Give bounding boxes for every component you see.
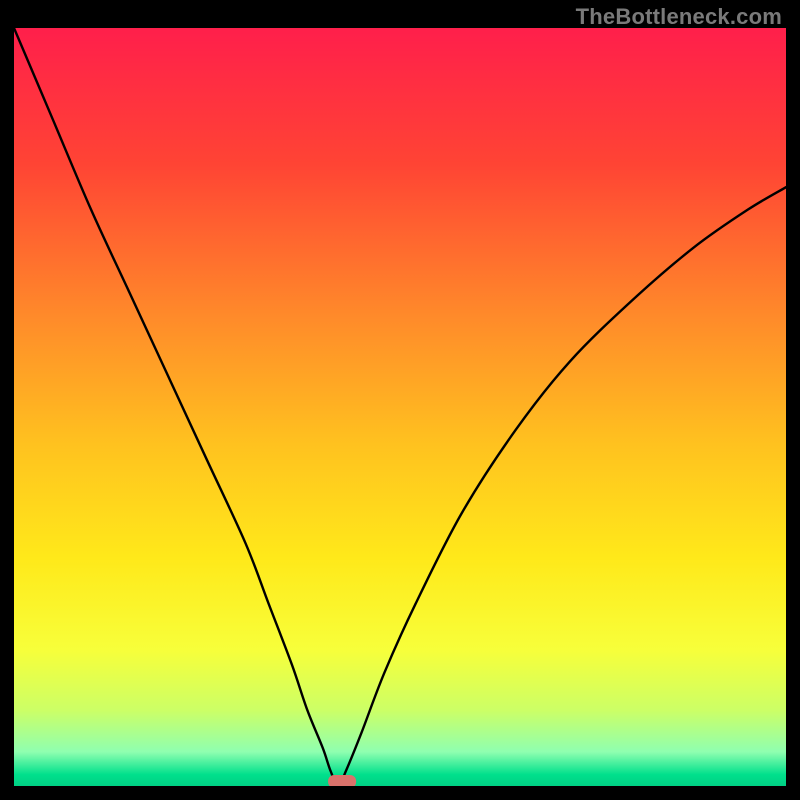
gradient-background xyxy=(14,28,786,786)
plot-frame xyxy=(14,28,786,786)
plot-area xyxy=(14,28,786,786)
optimal-marker xyxy=(328,775,356,786)
watermark-text: TheBottleneck.com xyxy=(576,4,782,30)
chart-svg xyxy=(14,28,786,786)
chart-container: TheBottleneck.com xyxy=(0,0,800,800)
